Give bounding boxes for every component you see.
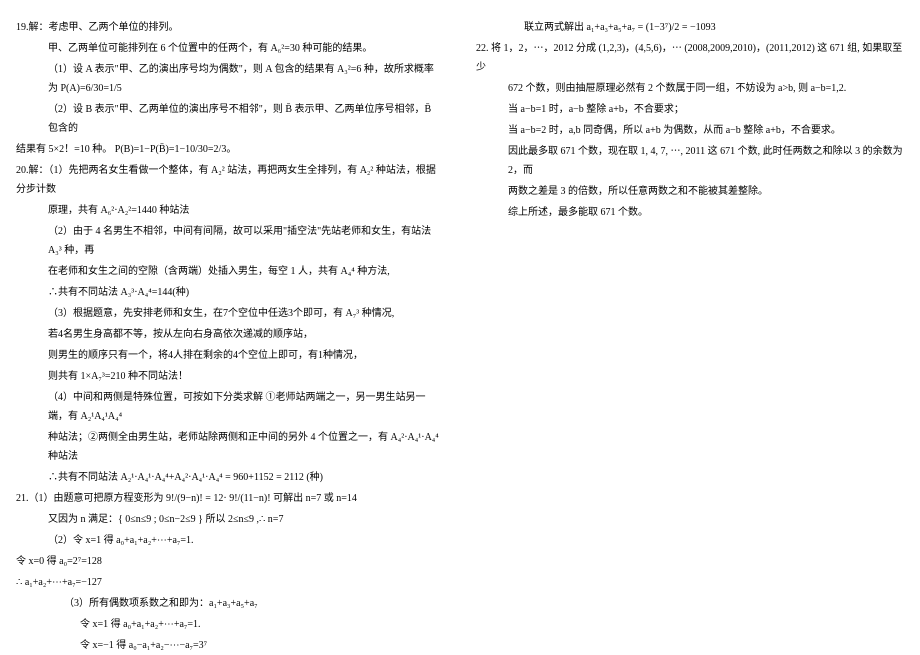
q20-line7: 若4名男生身高都不等，按从左向右身高依次递减的顺序站，: [16, 325, 443, 344]
q20-line11: 种站法；②两侧全由男生站，老师站除两侧和正中间的另外 4 个位置之一，有 A₄²…: [16, 428, 443, 466]
q21-line5: ∴ a₁+a₂+⋯+a₇=−127: [16, 573, 443, 592]
right-top-eq: 联立两式解出 a₁+a₃+a₅+a₇ = (1−3⁷)/2 = −1093: [476, 18, 904, 37]
q20-line8: 则男生的顺序只有一个，将4人排在剩余的4个空位上即可，有1种情况，: [16, 346, 443, 365]
q21-line2: 又因为 n 满足：{ 0≤n≤9 ; 0≤n−2≤9 } 所以 2≤n≤9 ,∴…: [16, 510, 443, 529]
q19-line2: （1）设 A 表示"甲、乙的演出序号均为偶数"，则 A 包含的结果有 A₃²=6…: [16, 60, 443, 98]
q20-line12: ∴共有不同站法 A₂¹·A₄¹·A₄⁴+A₄²·A₄¹·A₄⁴ = 960+11…: [16, 468, 443, 487]
q22-line2: 672 个数，则由抽屉原理必然有 2 个数属于同一组，不妨设为 a>b, 则 a…: [476, 79, 904, 98]
q22-line3: 当 a−b=1 时，a−b 整除 a+b，不合要求；: [476, 100, 904, 119]
q19-heading: 19.解：考虑甲、乙两个单位的排列。: [16, 18, 443, 37]
q21-line6: （3）所有偶数项系数之和即为：a₁+a₃+a₅+a₇: [16, 594, 443, 613]
q21-line4: 令 x=0 得 a₀=2⁷=128: [16, 552, 443, 571]
q20-line2: 原理，共有 A₆²·A₂²=1440 种站法: [16, 201, 443, 220]
q20-line1: 20.解：（1）先把两名女生看做一个整体，有 A₂² 站法，再把两女生全排列，有…: [16, 161, 443, 199]
q22-line1: 22. 将 1，2，⋯，2012 分成 (1,2,3)，(4,5,6)，⋯ (2…: [476, 39, 904, 77]
q20-line6: （3）根据题意，先安排老师和女生，在7个空位中任选3个即可，有 A₇³ 种情况,: [16, 304, 443, 323]
q20-line4: 在老师和女生之间的空隙（含两端）处插入男生，每空 1 人，共有 A₄⁴ 种方法,: [16, 262, 443, 281]
q22-line5: 因此最多取 671 个数，现在取 1, 4, 7, ⋯, 2011 这 671 …: [476, 142, 904, 180]
q20-line5: ∴共有不同站法 A₃³·A₄⁴=144(种): [16, 283, 443, 302]
q20-line9: 则共有 1×A₇³=210 种不同站法！: [16, 367, 443, 386]
q19-line1: 甲、乙两单位可能排列在 6 个位置中的任两个，有 A₆²=30 种可能的结果。: [16, 39, 443, 58]
q21-line3: （2）令 x=1 得 a₀+a₁+a₂+⋯+a₇=1.: [16, 531, 443, 550]
q22-line7: 综上所述，最多能取 671 个数。: [476, 203, 904, 222]
q22-line4: 当 a−b=2 时，a,b 同奇偶，所以 a+b 为偶数，从而 a−b 整除 a…: [476, 121, 904, 140]
q19-line3: （2）设 B 表示"甲、乙两单位的演出序号不相邻"，则 B̄ 表示甲、乙两单位序…: [16, 100, 443, 138]
q19-line4: 结果有 5×2！=10 种。 P(B)=1−P(B̄)=1−10/30=2/3。: [16, 140, 443, 159]
q21-line1: 21.（1）由题意可把原方程变形为 9!/(9−n)! = 12· 9!/(11…: [16, 489, 443, 508]
q21-line8: 令 x=−1 得 a₀−a₁+a₂−⋯−a₇=3⁷: [16, 636, 443, 655]
q20-line10: （4）中间和两侧是特殊位置，可按如下分类求解 ①老师站两端之一，另一男生站另一端…: [16, 388, 443, 426]
q21-line7: 令 x=1 得 a₀+a₁+a₂+⋯+a₇=1.: [16, 615, 443, 634]
q22-line6: 两数之差是 3 的倍数，所以任意两数之和不能被其差整除。: [476, 182, 904, 201]
q20-line3: （2）由于 4 名男生不相邻，中间有间隔，故可以采用"插空法"先站老师和女生，有…: [16, 222, 443, 260]
